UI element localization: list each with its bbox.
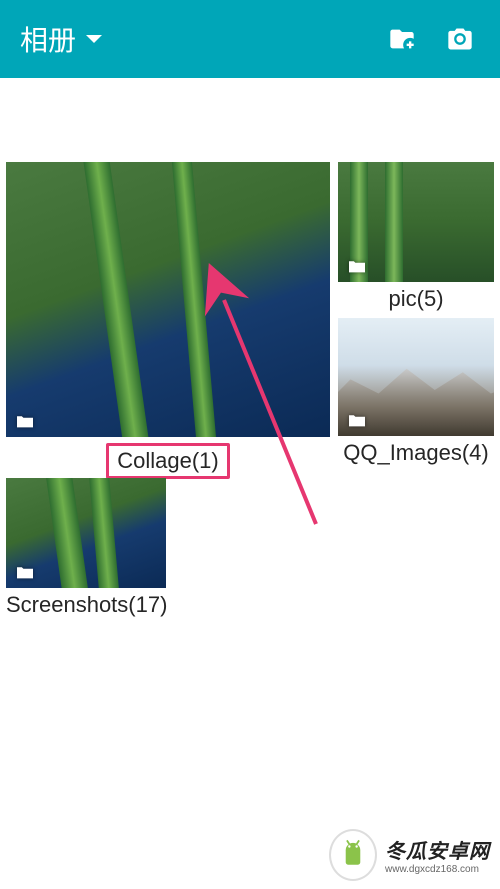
camera-button[interactable] <box>440 19 480 59</box>
album-thumbnail <box>6 478 166 588</box>
folder-icon <box>346 412 368 428</box>
new-folder-icon <box>388 25 416 53</box>
new-folder-button[interactable] <box>382 19 422 59</box>
album-label: pic(5) <box>338 282 494 312</box>
album-label: QQ_Images(4) <box>338 436 494 466</box>
app-title: 相册 <box>20 19 76 59</box>
app-bar: 相册 <box>0 0 500 78</box>
album-screenshots[interactable]: Screenshots(17) <box>6 478 166 618</box>
album-grid: Collage(1) pic(5) QQ_Images(4) Screensho… <box>0 78 500 90</box>
camera-icon <box>446 25 474 53</box>
album-thumbnail <box>338 318 494 436</box>
watermark-url: www.dgxcdz168.com <box>385 864 490 875</box>
album-thumbnail <box>6 162 330 437</box>
album-thumbnail <box>338 162 494 282</box>
folder-icon <box>14 564 36 580</box>
album-qq-images[interactable]: QQ_Images(4) <box>338 318 494 466</box>
watermark: 冬瓜安卓网 www.dgxcdz168.com <box>329 831 490 879</box>
folder-icon <box>346 258 368 274</box>
watermark-logo-icon <box>329 831 377 879</box>
album-collage[interactable]: Collage(1) <box>6 162 330 479</box>
folder-icon <box>14 413 36 429</box>
chevron-down-icon <box>86 35 102 43</box>
watermark-text: 冬瓜安卓网 <box>385 841 490 863</box>
album-label: Screenshots(17) <box>6 588 166 618</box>
header-actions <box>382 19 480 59</box>
album-dropdown[interactable]: 相册 <box>20 19 382 59</box>
album-pic[interactable]: pic(5) <box>338 162 494 312</box>
album-label: Collage(1) <box>106 443 230 479</box>
